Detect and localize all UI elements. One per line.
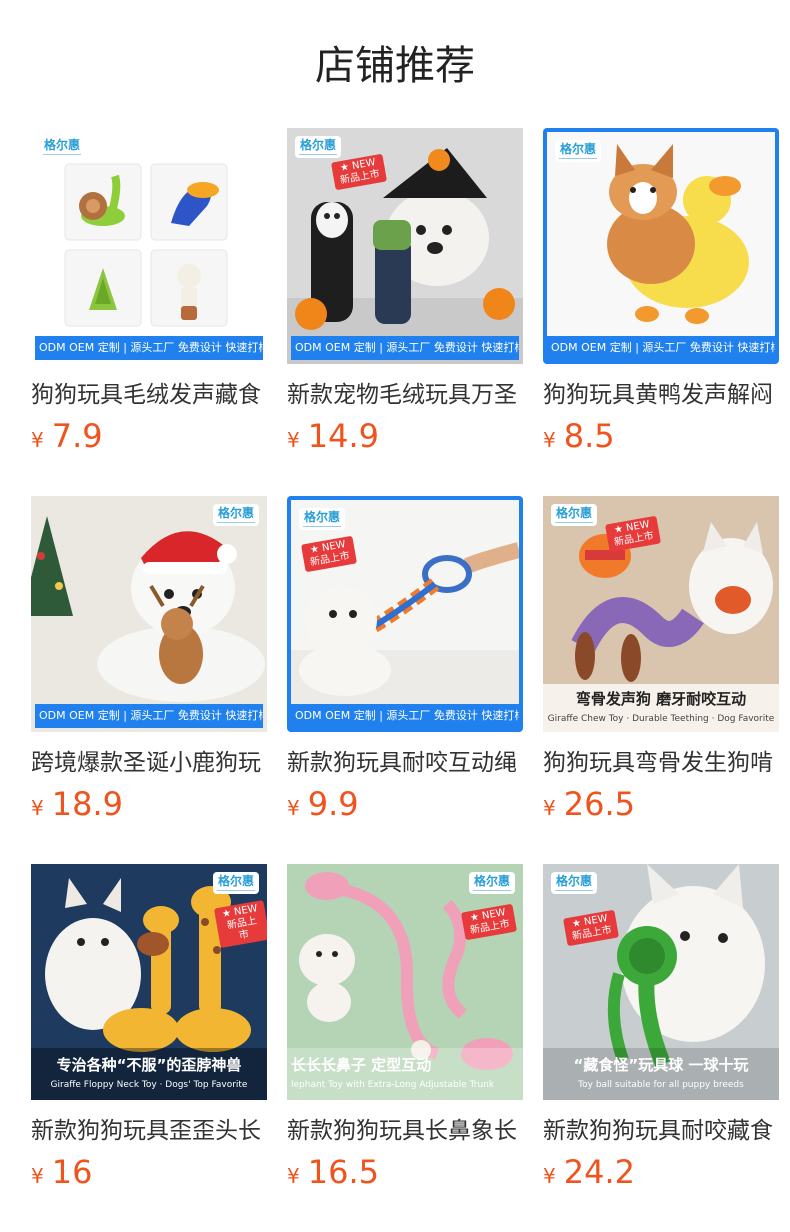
price-value: 14.9 [307, 417, 379, 455]
promo-overlay: 弯骨发声狗 磨牙耐咬互动 Giraffe Chew Toy · Durable … [543, 684, 779, 732]
product-image[interactable]: ★ NEW 新品上市 格尔惠 “藏食怪”玩具球 一球十玩 Toy ball sui… [543, 864, 779, 1100]
price-value: 18.9 [51, 785, 123, 823]
product-card[interactable]: 格尔惠 ODM OEM 定制 | 源头工厂 免费设计 快速打样 狗狗玩具毛绒发声… [31, 128, 267, 462]
brand-logo: 格尔惠 [39, 136, 86, 158]
currency-symbol: ¥ [287, 1164, 300, 1188]
halloween-plush-dog-icon [287, 128, 523, 364]
service-banner: ODM OEM 定制 | 源头工厂 免费设计 快速打样 [35, 336, 263, 360]
promo-overlay: 专治各种“不服”的歪脖神兽 Giraffe Floppy Neck Toy · … [31, 1048, 267, 1100]
brand-logo: 格尔惠 [299, 508, 346, 530]
christmas-deer-plush-dog-icon [31, 496, 267, 732]
brand-logo: 格尔惠 [212, 872, 259, 894]
product-image[interactable]: 格尔惠 ODM OEM 定制 | 源头工厂 免费设计 快速打样 [31, 128, 267, 364]
service-banner: ODM OEM 定制 | 源头工厂 免费设计 快速打样 [35, 704, 263, 728]
product-price: ¥18.9 [31, 784, 267, 830]
product-price: ¥9.9 [287, 784, 523, 830]
brand-logo: 格尔惠 [555, 140, 602, 162]
product-name[interactable]: 新款狗狗玩具歪歪头长 [31, 1114, 267, 1148]
product-image[interactable]: ★ NEW 新品上市 格尔惠 长长长鼻子 定型互动 lephant Toy wit… [287, 864, 523, 1100]
product-name[interactable]: 新款狗狗玩具耐咬藏食 [543, 1114, 779, 1148]
currency-symbol: ¥ [543, 428, 556, 452]
currency-symbol: ¥ [543, 1164, 556, 1188]
product-name[interactable]: 新款狗狗玩具长鼻象长 [287, 1114, 523, 1148]
currency-symbol: ¥ [31, 1164, 44, 1188]
page-title: 店铺推荐 [315, 43, 475, 89]
product-card[interactable]: ★ NEW 新品上市 格尔惠 “藏食怪”玩具球 一球十玩 Toy ball sui… [543, 864, 779, 1198]
promo-overlay: 长长长鼻子 定型互动 lephant Toy with Extra-Long A… [287, 1048, 523, 1100]
price-value: 24.2 [563, 1153, 635, 1191]
product-image[interactable]: ★ NEW 新品上市 格尔惠 ODM OEM 定制 | 源头工厂 免费设计 快速打… [287, 128, 523, 364]
product-name[interactable]: 狗狗玩具毛绒发声藏食 [31, 378, 267, 412]
product-card[interactable]: ★ NEW 新品上市 格尔惠 弯骨发声狗 磨牙耐咬互动 Giraffe Chew … [543, 496, 779, 830]
plush-toy-collage-icon [64, 163, 228, 327]
currency-symbol: ¥ [287, 796, 300, 820]
price-value: 7.9 [51, 417, 103, 455]
price-value: 26.5 [563, 785, 635, 823]
product-name[interactable]: 跨境爆款圣诞小鹿狗玩 [31, 746, 267, 780]
product-name[interactable]: 新款宠物毛绒玩具万圣 [287, 378, 523, 412]
product-card[interactable]: 格尔惠 ODM OEM 定制 | 源头工厂 免费设计 快速打样 狗狗玩具黄鸭发声… [543, 128, 779, 462]
product-name[interactable]: 狗狗玩具黄鸭发声解闷 [543, 378, 779, 412]
product-image[interactable]: ★ NEW 新品上市 格尔惠 ODM OEM 定制 | 源头工厂 免费设计 快速打… [287, 496, 523, 732]
currency-symbol: ¥ [287, 428, 300, 452]
new-badge: ★ NEW 新品上市 [213, 899, 267, 949]
yellow-duck-plush-corgi-icon [547, 132, 775, 360]
price-value: 16 [51, 1153, 93, 1191]
product-price: ¥24.2 [543, 1152, 779, 1198]
price-value: 9.9 [307, 785, 359, 823]
currency-symbol: ¥ [543, 796, 556, 820]
product-card[interactable]: ★ NEW 新品上市 格尔惠 ODM OEM 定制 | 源头工厂 免费设计 快速打… [287, 128, 523, 462]
rope-toy-dog-icon [291, 500, 519, 728]
product-image[interactable]: 格尔惠 ODM OEM 定制 | 源头工厂 免费设计 快速打样 [543, 128, 779, 364]
product-price: ¥8.5 [543, 416, 779, 462]
product-price: ¥7.9 [31, 416, 267, 462]
product-price: ¥26.5 [543, 784, 779, 830]
product-image[interactable]: ★ NEW 新品上市 格尔惠 专治各种“不服”的歪脖神兽 Giraffe Flop… [31, 864, 267, 1100]
product-image[interactable]: ★ NEW 新品上市 格尔惠 弯骨发声狗 磨牙耐咬互动 Giraffe Chew … [543, 496, 779, 732]
brand-logo: 格尔惠 [212, 504, 259, 526]
service-banner: ODM OEM 定制 | 源头工厂 免费设计 快速打样 [291, 704, 519, 728]
product-name[interactable]: 狗狗玩具弯骨发生狗啃 [543, 746, 779, 780]
price-value: 16.5 [307, 1153, 379, 1191]
brand-logo: 格尔惠 [551, 872, 598, 894]
product-image[interactable]: 格尔惠 ODM OEM 定制 | 源头工厂 免费设计 快速打样 [31, 496, 267, 732]
currency-symbol: ¥ [31, 796, 44, 820]
product-price: ¥16 [31, 1152, 267, 1198]
brand-logo: 格尔惠 [551, 504, 598, 526]
product-price: ¥16.5 [287, 1152, 523, 1198]
service-banner: ODM OEM 定制 | 源头工厂 免费设计 快速打样 [291, 336, 519, 360]
product-card[interactable]: ★ NEW 新品上市 格尔惠 长长长鼻子 定型互动 lephant Toy wit… [287, 864, 523, 1198]
promo-overlay: “藏食怪”玩具球 一球十玩 Toy ball suitable for all … [543, 1048, 779, 1100]
product-name[interactable]: 新款狗玩具耐咬互动绳 [287, 746, 523, 780]
currency-symbol: ¥ [31, 428, 44, 452]
brand-logo: 格尔惠 [295, 136, 342, 158]
product-card[interactable]: 格尔惠 ODM OEM 定制 | 源头工厂 免费设计 快速打样 跨境爆款圣诞小鹿… [31, 496, 267, 830]
brand-logo: 格尔惠 [468, 872, 515, 894]
service-banner: ODM OEM 定制 | 源头工厂 免费设计 快速打样 [547, 336, 775, 360]
price-value: 8.5 [563, 417, 615, 455]
product-card[interactable]: ★ NEW 新品上市 格尔惠 ODM OEM 定制 | 源头工厂 免费设计 快速打… [287, 496, 523, 830]
product-card[interactable]: ★ NEW 新品上市 格尔惠 专治各种“不服”的歪脖神兽 Giraffe Flop… [31, 864, 267, 1198]
product-price: ¥14.9 [287, 416, 523, 462]
